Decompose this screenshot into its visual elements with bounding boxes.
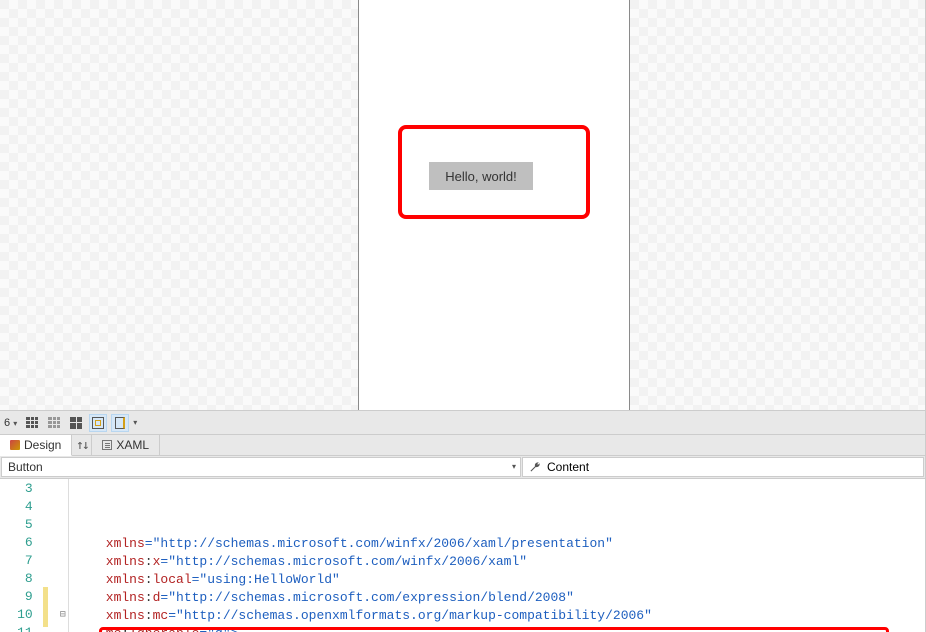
token: ="http://schemas.microsoft.com/winfx/200… (145, 536, 613, 551)
fold-toggle (58, 517, 68, 535)
hello-world-button[interactable]: Hello, world! (429, 162, 533, 190)
fold-toggle (58, 499, 68, 517)
chevron-down-icon: ▾ (512, 463, 516, 471)
line-number-gutter: 3456789101112 (0, 479, 39, 632)
code-line[interactable]: xmlns:x="http://schemas.microsoft.com/wi… (75, 553, 925, 571)
tab-xaml[interactable]: XAML (92, 435, 160, 455)
design-icon (10, 440, 20, 450)
tab-design[interactable]: Design (0, 435, 72, 456)
line-number: 8 (0, 571, 33, 589)
line-number: 9 (0, 589, 33, 607)
token: ="http://schemas.microsoft.com/expressio… (160, 590, 573, 605)
property-name-combo[interactable]: Content (522, 457, 924, 477)
grid3-icon[interactable] (23, 414, 41, 432)
token: ="d" (199, 626, 230, 632)
element-type-value: Button (8, 460, 43, 474)
fold-toggle (58, 535, 68, 553)
token: xmlns (106, 608, 145, 623)
token: xmlns (106, 554, 145, 569)
token: : (145, 608, 153, 623)
token: mc (106, 626, 122, 632)
grid2-icon[interactable] (67, 414, 85, 432)
element-property-bar: Button ▾ Content (0, 456, 925, 479)
fold-toggle (58, 625, 68, 632)
token: : (145, 590, 153, 605)
line-number: 10 (0, 607, 33, 625)
token: xmlns (106, 536, 145, 551)
swap-icon: ↑↓ (76, 438, 88, 453)
chevron-down-icon[interactable]: ▾ (133, 419, 137, 427)
line-number: 6 (0, 535, 33, 553)
code-line[interactable]: xmlns:local="using:HelloWorld" (75, 571, 925, 589)
line-number: 11 (0, 625, 33, 632)
token: mc (153, 608, 169, 623)
token: local (153, 572, 192, 587)
code-line[interactable]: xmlns:mc="http://schemas.openxmlformats.… (75, 607, 925, 625)
fold-toggle (58, 571, 68, 589)
code-line[interactable]: xmlns="http://schemas.microsoft.com/winf… (75, 535, 925, 553)
token: xmlns (106, 572, 145, 587)
zoom-value[interactable]: 6 ▾ (4, 417, 19, 429)
split-tab-bar: Design ↑↓ XAML (0, 434, 925, 456)
tab-label: Design (24, 438, 61, 452)
token: ="using:HelloWorld" (192, 572, 340, 587)
designer-surface[interactable]: Hello, world! (0, 0, 925, 410)
fold-toggle (58, 553, 68, 571)
fold-toggle (58, 589, 68, 607)
token: : (145, 572, 153, 587)
grid3-outline-icon[interactable] (45, 414, 63, 432)
tab-label: XAML (116, 438, 149, 452)
token: : (145, 554, 153, 569)
fold-toggle (58, 481, 68, 499)
code-line[interactable]: xmlns:d="http://schemas.microsoft.com/ex… (75, 589, 925, 607)
property-name-value: Content (547, 460, 589, 474)
line-number: 7 (0, 553, 33, 571)
token: > (231, 626, 239, 632)
design-artboard[interactable]: Hello, world! (358, 0, 630, 410)
line-number: 3 (0, 481, 33, 499)
chevron-down-icon: ▾ (13, 419, 17, 428)
token: Ignorable (129, 626, 199, 632)
snap-toggle[interactable] (89, 414, 107, 432)
element-type-combo[interactable]: Button ▾ (1, 457, 521, 477)
xaml-editor[interactable]: 3456789101112 ⊟ xmlns="http://schemas.mi… (0, 479, 925, 632)
change-mark (43, 587, 48, 627)
line-number: 5 (0, 517, 33, 535)
token: xmlns (106, 590, 145, 605)
token: ="http://schemas.openxmlformats.org/mark… (168, 608, 652, 623)
code-body[interactable]: xmlns="http://schemas.microsoft.com/winf… (69, 479, 925, 632)
fold-toggle[interactable]: ⊟ (58, 607, 68, 625)
code-icon (102, 440, 112, 450)
line-number: 4 (0, 499, 33, 517)
fold-gutter[interactable]: ⊟ (58, 479, 68, 632)
change-mark-gutter (39, 479, 58, 632)
token: ="http://schemas.microsoft.com/winfx/200… (160, 554, 527, 569)
code-line[interactable]: mc:Ignorable="d"> (75, 625, 925, 632)
doc-toggle[interactable] (111, 414, 129, 432)
wrench-icon (529, 461, 541, 473)
designer-toolstrip: 6 ▾ ▾ (0, 410, 925, 434)
swap-panes-button[interactable]: ↑↓ (72, 435, 92, 455)
